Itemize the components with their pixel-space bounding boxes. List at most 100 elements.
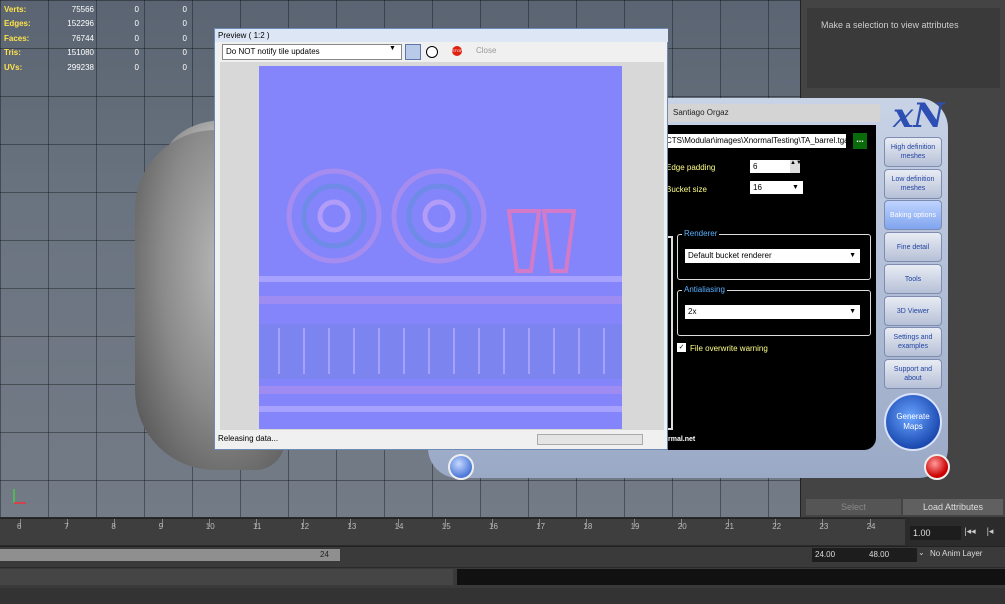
stat-v1: 299238: [67, 62, 94, 72]
stat-v3: 0: [182, 48, 187, 58]
browse-path-button[interactable]: ...: [853, 133, 867, 149]
timeline-tick-label: 20: [677, 522, 687, 531]
timeline-tick-label: 6: [17, 522, 22, 531]
overwrite-warning-checkbox[interactable]: ✓: [677, 343, 686, 352]
edge-padding-spinner[interactable]: ▲▼: [790, 160, 802, 173]
current-frame-field[interactable]: 1.00: [910, 526, 961, 540]
timeline-tick-label: 21: [725, 522, 734, 531]
stat-v3: 0: [182, 19, 187, 29]
timeline-tick-label: 8: [111, 522, 116, 531]
chevron-down-icon[interactable]: ▼: [389, 45, 396, 52]
stat-v2: 0: [134, 4, 139, 14]
side-nav-button[interactable]: Support and about: [884, 359, 942, 389]
renderer-group: Renderer Default bucket renderer ▼: [677, 229, 871, 280]
anim-layer-label[interactable]: No Anim Layer: [930, 549, 982, 558]
poly-count-hud: Verts: 75566 0 0 Edges: 152296 0 0 Faces: 76744 0 0…: [4, 2, 194, 75]
stat-v1: 76744: [71, 33, 94, 43]
renderer-select[interactable]: Default bucket renderer ▼: [685, 249, 860, 263]
chevron-down-icon[interactable]: ▼: [792, 181, 799, 194]
stop-icon[interactable]: STOP: [452, 46, 463, 56]
stat-label: Tris:: [4, 48, 21, 58]
renderer-select-value: Default bucket renderer: [688, 251, 772, 260]
timeline-tick-label: 22: [772, 522, 782, 531]
stat-v1: 151080: [67, 48, 94, 58]
stat-v2: 0: [134, 19, 139, 29]
side-nav-button[interactable]: 3D Viewer: [884, 296, 942, 326]
antialiasing-select-value: 2x: [688, 307, 697, 316]
color-channel-icon[interactable]: [405, 44, 421, 60]
time-slider[interactable]: 6 7 8 9 10 11 12 13 14 15 16 17 18 19 20 21 22 23 24: [0, 518, 905, 545]
normal-map-preview: [259, 66, 622, 429]
stat-v3: 0: [182, 4, 187, 14]
preview-progress-bar: [537, 434, 643, 445]
generate-maps-button[interactable]: Generate Maps: [884, 393, 942, 451]
stat-v1: 75566: [71, 4, 94, 14]
side-nav-button[interactable]: Tools: [884, 264, 942, 294]
close-button[interactable]: Close: [476, 46, 496, 55]
load-attributes-button[interactable]: Load Attributes: [903, 499, 1003, 515]
timeline-tick-label: 11: [253, 522, 262, 531]
timeline-tick-label: 19: [630, 522, 640, 531]
stat-v2: 0: [134, 48, 139, 58]
stat-v2: 0: [134, 62, 139, 72]
exit-button[interactable]: [924, 454, 950, 480]
stat-v2: 0: [134, 33, 139, 43]
timeline-tick-label: 15: [441, 522, 451, 531]
renderer-group-title: Renderer: [682, 229, 720, 238]
antialiasing-select[interactable]: 2x ▼: [685, 305, 860, 319]
stat-row: Edges: 152296 0 0: [4, 17, 194, 32]
range-end-marker: 24: [320, 550, 329, 559]
side-nav-button[interactable]: Low definition meshes: [884, 169, 942, 199]
edge-padding-label: Edge padding: [666, 163, 716, 172]
stat-v3: 0: [182, 33, 187, 43]
side-nav-button[interactable]: Settings and examples: [884, 327, 942, 357]
attribute-hint: Make a selection to view attributes: [821, 20, 959, 30]
overwrite-warning-label: File overwrite warning: [690, 344, 768, 353]
command-output: [457, 569, 1005, 585]
command-input[interactable]: [0, 569, 453, 585]
step-back-icon[interactable]: |◂: [982, 526, 998, 540]
timeline-tick-label: 7: [64, 522, 69, 531]
xnormal-website-link[interactable]: rmal.net: [668, 436, 695, 443]
timeline-tick-label: 17: [536, 522, 546, 531]
tile-update-select[interactable]: Do NOT notify tile updates: [222, 44, 402, 60]
stat-row: Verts: 75566 0 0: [4, 2, 194, 17]
normal-map-image: [259, 66, 622, 429]
timeline-tick-label: 10: [205, 522, 215, 531]
chevron-down-icon: ▼: [849, 252, 856, 259]
xnormal-logo: xN: [893, 96, 945, 136]
timeline-tick-label: 13: [347, 522, 357, 531]
stat-v1: 152296: [67, 19, 94, 29]
timeline-tick-label: 9: [158, 522, 164, 531]
collapse-button[interactable]: [448, 454, 474, 480]
timeline-tick-label: 16: [489, 522, 498, 531]
xnormal-title-bar[interactable]: Santiago Orgaz: [665, 104, 880, 122]
go-to-start-icon[interactable]: |◂◂: [962, 526, 978, 540]
timeline-tick-label: 12: [300, 522, 310, 531]
alpha-circle-icon[interactable]: [426, 46, 438, 58]
side-nav-button[interactable]: Baking options: [884, 200, 942, 230]
edge-padding-input[interactable]: 6: [750, 160, 793, 173]
antialiasing-group-title: Antialiasing: [682, 285, 727, 294]
anim-layer-dropdown-icon[interactable]: ⌄: [918, 548, 925, 557]
range-end-field[interactable]: 24.00: [812, 548, 867, 562]
timeline-tick-label: 23: [819, 522, 829, 531]
side-nav-button[interactable]: High definition meshes: [884, 137, 942, 167]
range-slider-bar[interactable]: [0, 549, 340, 561]
antialiasing-group: Antialiasing 2x ▼: [677, 285, 871, 336]
stat-label: Verts:: [4, 4, 27, 14]
bucket-size-label: Bucket size: [666, 185, 707, 194]
select-button[interactable]: Select: [806, 499, 901, 515]
stat-row: UVs: 299238 0 0: [4, 60, 194, 75]
stat-row: Faces: 76744 0 0: [4, 31, 194, 46]
timeline-tick-label: 18: [583, 522, 593, 531]
stat-label: Faces:: [4, 33, 30, 43]
preview-title-bar[interactable]: Preview ( 1:2 ): [215, 29, 668, 42]
range-max-field[interactable]: 48.00: [866, 548, 917, 562]
output-path-field[interactable]: CTS\Modular\images\XnormalTesting\TA_bar…: [666, 134, 846, 148]
stat-v3: 0: [182, 62, 187, 72]
stat-row: Tris: 151080 0 0: [4, 46, 194, 61]
preview-status: Releasing data...: [218, 434, 279, 443]
side-nav-button[interactable]: Fine detail: [884, 232, 942, 262]
chevron-down-icon: ▼: [849, 308, 856, 315]
